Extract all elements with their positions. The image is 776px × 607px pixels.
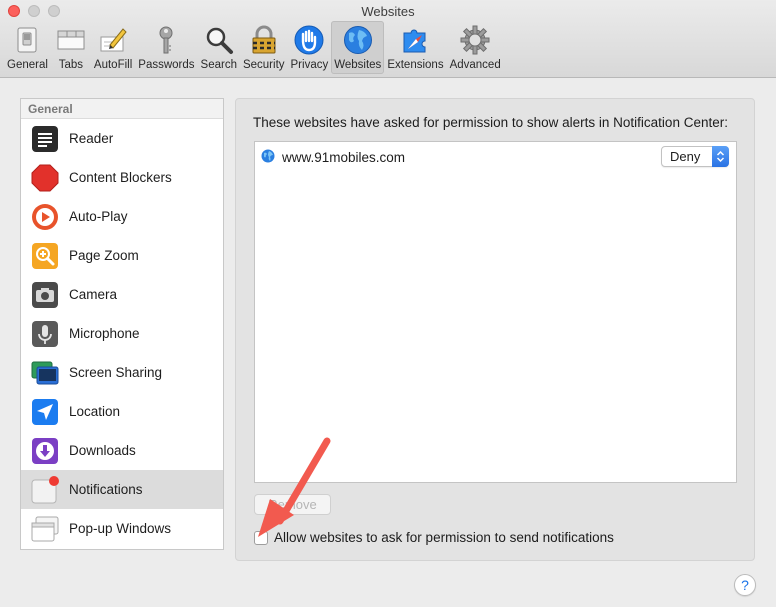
sidebar-item-label: Pop-up Windows bbox=[69, 521, 172, 536]
sidebar-item-label: Screen Sharing bbox=[69, 365, 163, 380]
sidebar-item-label: Notifications bbox=[69, 482, 143, 497]
toolbar-security[interactable]: Security bbox=[240, 21, 288, 74]
sidebar-item-label: Downloads bbox=[69, 443, 136, 458]
allow-notifications-label: Allow websites to ask for permission to … bbox=[274, 530, 614, 545]
sidebar-item-downloads[interactable]: Downloads bbox=[21, 431, 223, 470]
toolbar-privacy[interactable]: Privacy bbox=[288, 21, 332, 74]
panel-description: These websites have asked for permission… bbox=[253, 115, 728, 130]
websites-sidebar: General Reader Content Blockers Auto-Pla… bbox=[20, 98, 224, 550]
pencil-form-icon bbox=[96, 23, 130, 57]
allow-notifications-row[interactable]: Allow websites to ask for permission to … bbox=[254, 530, 614, 545]
sidebar-item-camera[interactable]: Camera bbox=[21, 275, 223, 314]
tabs-icon bbox=[54, 23, 88, 57]
toolbar-search[interactable]: Search bbox=[198, 21, 240, 74]
help-button[interactable]: ? bbox=[734, 574, 756, 596]
annotation-arrow-icon bbox=[258, 437, 331, 537]
location-arrow-icon bbox=[31, 398, 59, 426]
sidebar-item-label: Content Blockers bbox=[69, 170, 172, 185]
sidebar-item-auto-play[interactable]: Auto-Play bbox=[21, 197, 223, 236]
toolbar-extensions[interactable]: Extensions bbox=[384, 21, 446, 74]
stop-sign-icon bbox=[31, 164, 59, 192]
screen-sharing-icon bbox=[31, 359, 59, 387]
globe-icon bbox=[261, 149, 275, 166]
globe-icon bbox=[341, 23, 375, 57]
play-icon bbox=[31, 203, 59, 231]
gear-icon bbox=[458, 23, 492, 57]
sidebar-item-reader[interactable]: Reader bbox=[21, 119, 223, 158]
magnifier-icon bbox=[202, 23, 236, 57]
hand-icon bbox=[292, 23, 326, 57]
toolbar-tabs[interactable]: Tabs bbox=[51, 21, 91, 74]
select-stepper-icon bbox=[712, 146, 729, 167]
notifications-icon bbox=[31, 475, 59, 504]
sidebar-item-page-zoom[interactable]: Page Zoom bbox=[21, 236, 223, 275]
zoom-icon bbox=[31, 242, 59, 270]
sidebar-item-label: Auto-Play bbox=[69, 209, 128, 224]
sidebar-item-label: Reader bbox=[69, 131, 114, 146]
preferences-toolbar: General Tabs AutoFill Passwords Search S… bbox=[4, 21, 504, 74]
sidebar-item-label: Microphone bbox=[69, 326, 140, 341]
sidebar-item-label: Camera bbox=[69, 287, 118, 302]
reader-icon bbox=[31, 125, 59, 153]
sidebar-item-microphone[interactable]: Microphone bbox=[21, 314, 223, 353]
title-bar: Websites General Tabs AutoFill Passwords bbox=[0, 0, 776, 78]
sidebar-item-location[interactable]: Location bbox=[21, 392, 223, 431]
toolbar-websites[interactable]: Websites bbox=[331, 21, 385, 74]
toolbar-passwords[interactable]: Passwords bbox=[135, 21, 197, 74]
websites-list[interactable]: www.91mobiles.com Deny bbox=[254, 141, 737, 483]
permission-select[interactable]: Deny bbox=[661, 146, 729, 167]
toolbar-autofill[interactable]: AutoFill bbox=[91, 21, 135, 74]
camera-icon bbox=[31, 281, 59, 309]
download-icon bbox=[31, 437, 59, 465]
sidebar-item-screen-sharing[interactable]: Screen Sharing bbox=[21, 353, 223, 392]
permission-value: Deny bbox=[670, 149, 701, 164]
sidebar-item-label: Page Zoom bbox=[69, 248, 139, 263]
list-item[interactable]: www.91mobiles.com Deny bbox=[255, 145, 736, 169]
sidebar-item-content-blockers[interactable]: Content Blockers bbox=[21, 158, 223, 197]
sidebar-item-label: Location bbox=[69, 404, 121, 419]
switch-icon bbox=[10, 23, 44, 57]
toolbar-advanced[interactable]: Advanced bbox=[447, 21, 504, 74]
puzzle-icon bbox=[398, 23, 432, 57]
sidebar-item-notifications[interactable]: Notifications bbox=[21, 470, 223, 509]
toolbar-general[interactable]: General bbox=[4, 21, 51, 74]
microphone-icon bbox=[31, 320, 59, 348]
website-url: www.91mobiles.com bbox=[282, 149, 406, 165]
popup-windows-icon bbox=[31, 515, 59, 543]
sidebar-header: General bbox=[21, 99, 223, 119]
padlock-icon bbox=[247, 23, 281, 57]
sidebar-item-pop-up-windows[interactable]: Pop-up Windows bbox=[21, 509, 223, 548]
window-title: Websites bbox=[361, 4, 415, 19]
key-icon bbox=[149, 23, 183, 57]
notifications-panel: These websites have asked for permission… bbox=[235, 98, 755, 561]
